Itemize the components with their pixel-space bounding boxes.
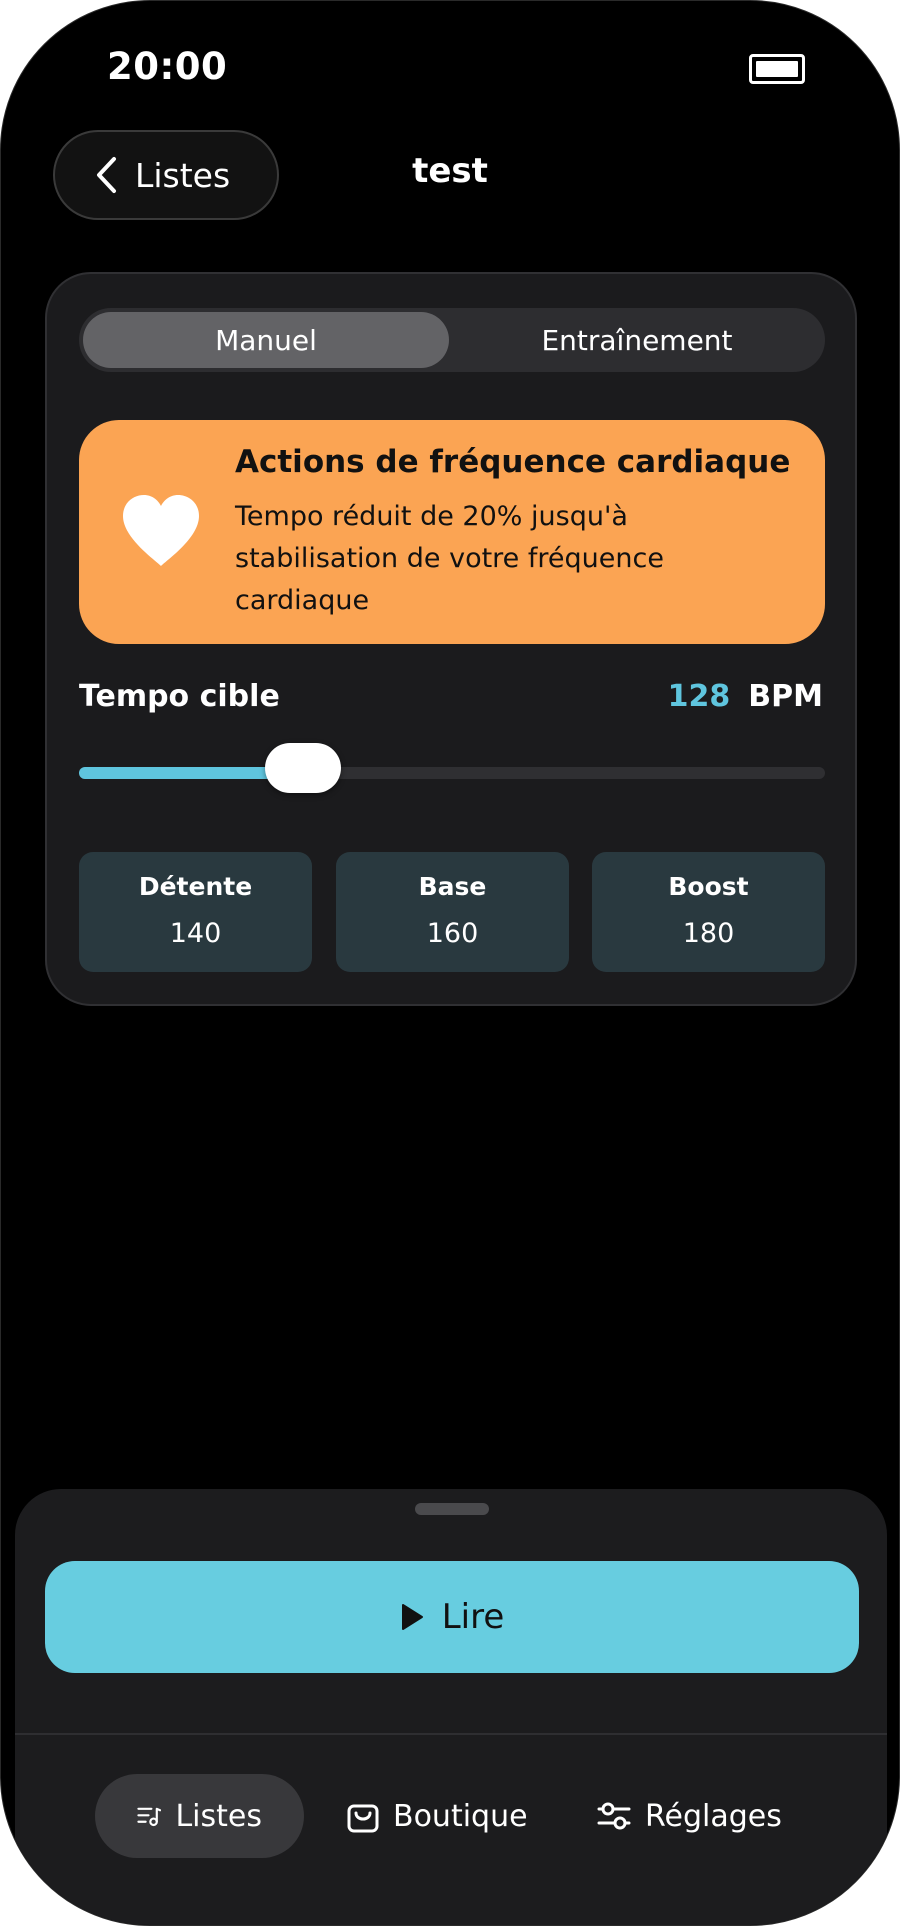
heart-rate-banner: Actions de fréquence cardiaque Tempo réd… — [79, 420, 825, 644]
tempo-presets: Détente 140 Base 160 Boost 180 — [79, 852, 825, 972]
phone-screen: 20:00 Listes test Manuel Entraînement Ac… — [0, 0, 900, 1926]
tab-listes[interactable]: Listes — [95, 1774, 304, 1858]
play-label: Lire — [441, 1597, 505, 1637]
playlist-icon — [137, 1807, 162, 1827]
tempo-unit: BPM — [748, 679, 823, 714]
preset-name: Base — [418, 872, 487, 901]
heart-rate-title: Actions de fréquence cardiaque — [235, 444, 791, 480]
tempo-readout: 128 BPM — [668, 679, 823, 714]
heart-rate-description: Tempo réduit de 20% jusqu'à stabilisatio… — [235, 501, 664, 616]
play-button[interactable]: Lire — [45, 1561, 859, 1673]
shopping-bag-icon — [347, 1804, 379, 1833]
tempo-label: Tempo cible — [79, 679, 280, 714]
preset-base-button[interactable]: Base 160 — [336, 852, 569, 972]
tempo-slider-thumb[interactable] — [264, 743, 341, 793]
tempo-card: Manuel Entraînement Actions de fréquence… — [45, 272, 857, 1006]
sheet-grabber[interactable] — [415, 1503, 489, 1515]
tab-label: Boutique — [393, 1798, 528, 1834]
preset-detente-button[interactable]: Détente 140 — [79, 852, 312, 972]
sliders-icon — [597, 1802, 631, 1830]
preset-name: Détente — [138, 872, 253, 901]
mode-segmented-control: Manuel Entraînement — [79, 308, 825, 372]
play-icon — [401, 1604, 423, 1630]
tab-entrainement[interactable]: Entraînement — [453, 312, 821, 368]
preset-boost-button[interactable]: Boost 180 — [592, 852, 825, 972]
tab-bar: Listes Boutique Réglages — [15, 1774, 887, 1858]
battery-icon — [749, 54, 805, 84]
tab-label: Réglages — [645, 1798, 782, 1834]
preset-value: 140 — [169, 918, 222, 949]
tempo-slider[interactable] — [79, 743, 825, 793]
tab-reglages[interactable]: Réglages — [597, 1774, 782, 1858]
tab-boutique[interactable]: Boutique — [347, 1774, 528, 1858]
page-title: test — [412, 151, 488, 191]
tempo-value: 128 — [667, 679, 731, 714]
tab-label: Listes — [175, 1798, 262, 1834]
preset-value: 160 — [426, 918, 479, 949]
status-time: 20:00 — [107, 45, 228, 88]
tab-manuel[interactable]: Manuel — [83, 312, 449, 368]
divider — [15, 1733, 887, 1735]
heart-icon — [123, 495, 199, 566]
bottom-sheet: Lire Listes Boutique Réglages — [15, 1489, 887, 1925]
preset-value: 180 — [682, 918, 735, 949]
preset-name: Boost — [668, 872, 749, 901]
